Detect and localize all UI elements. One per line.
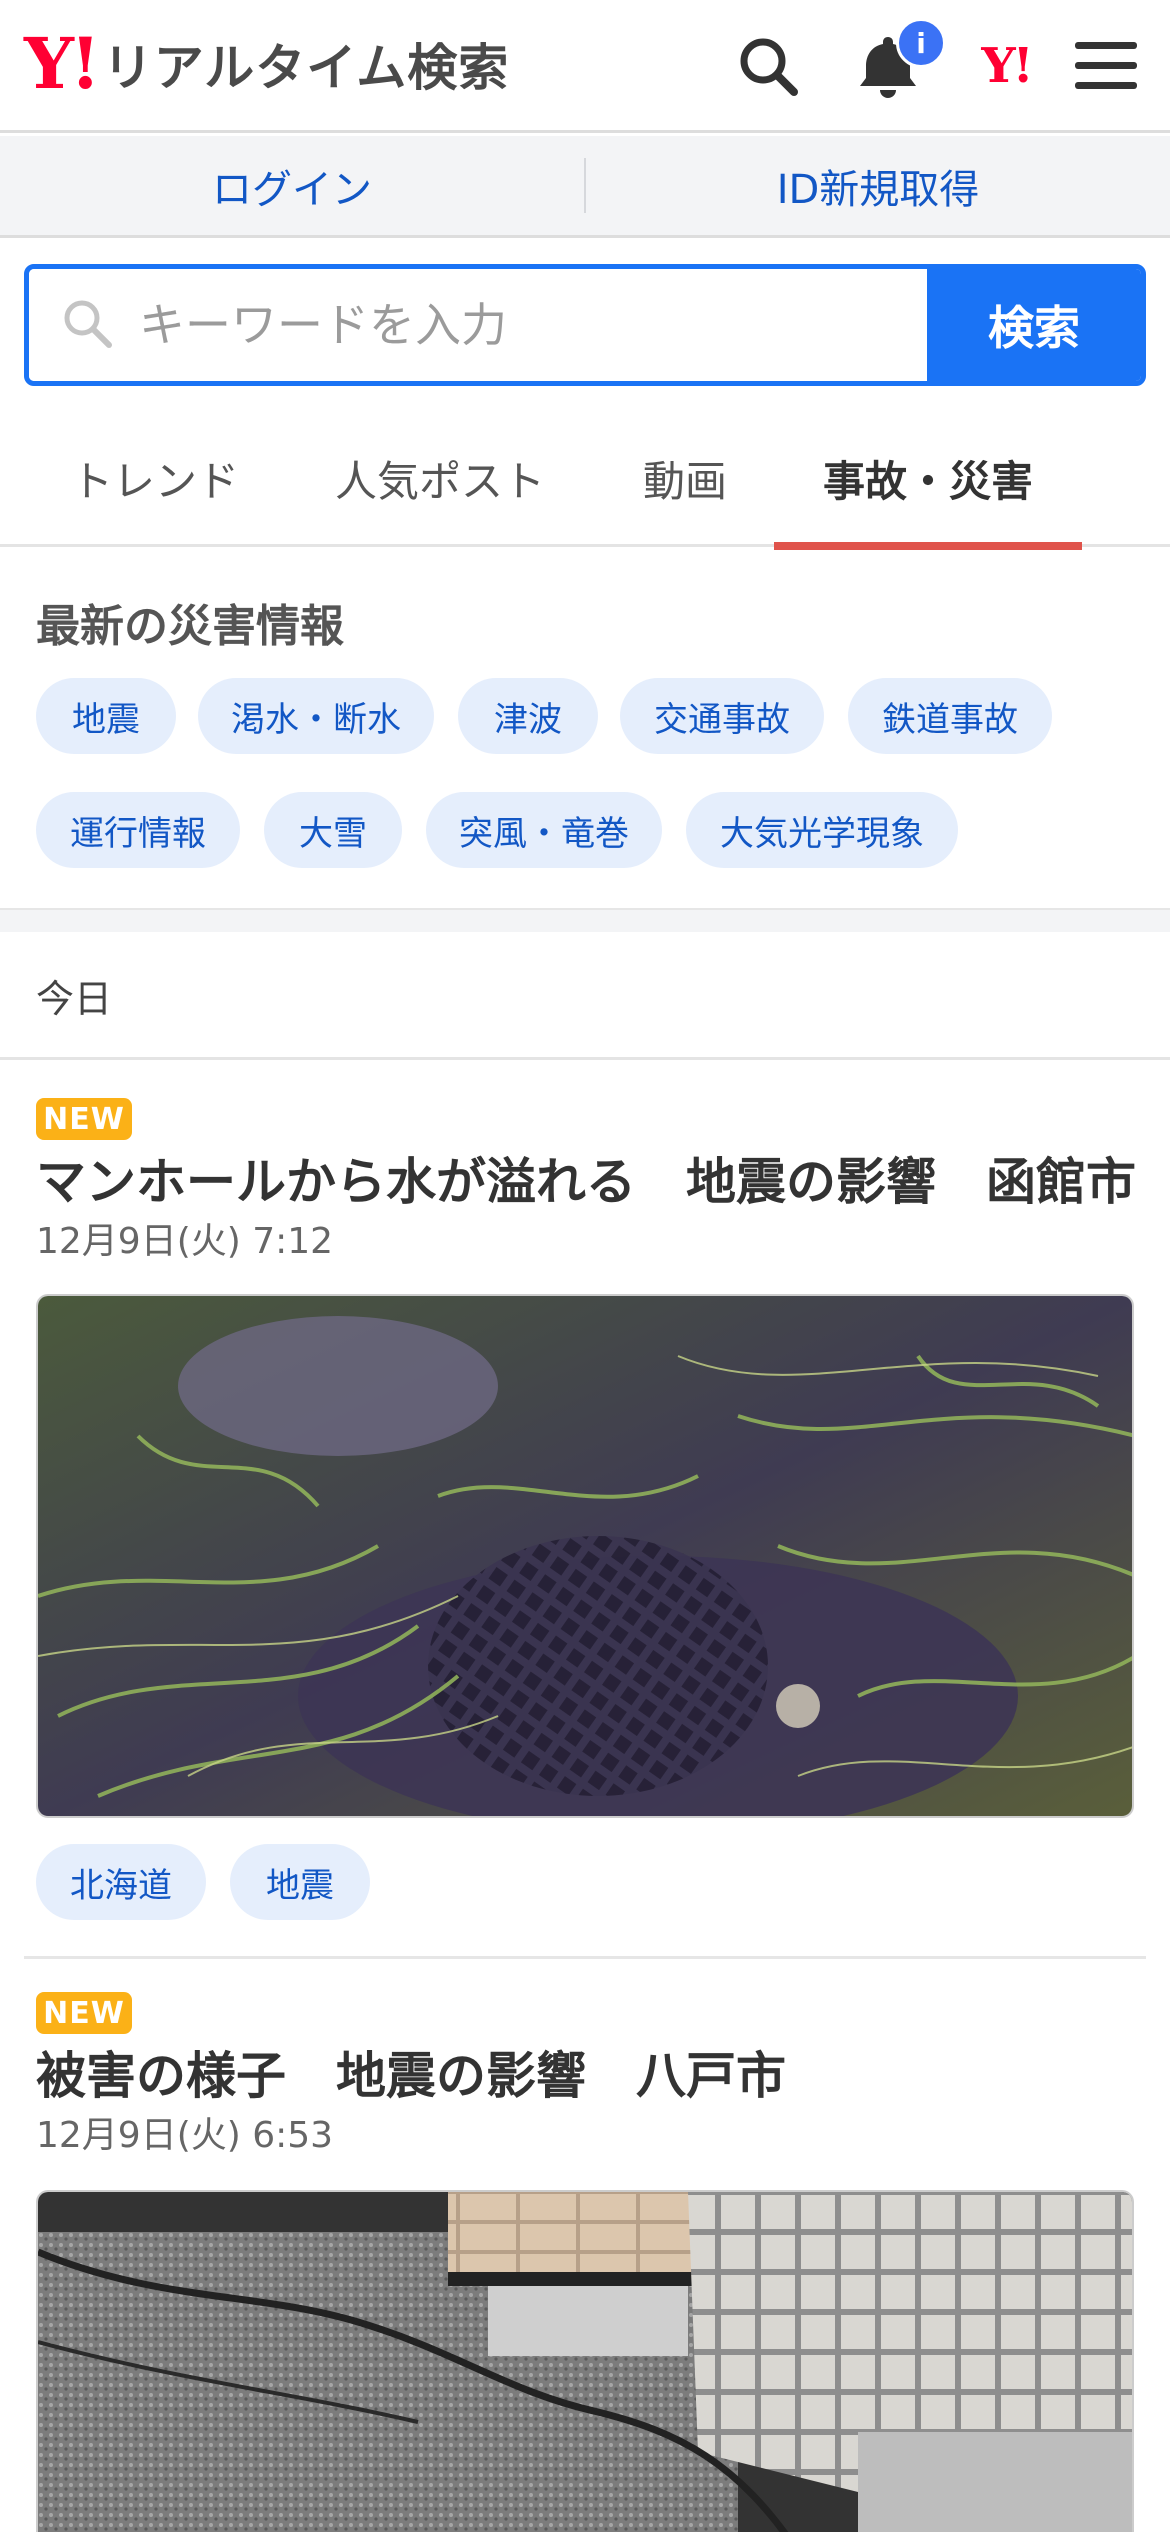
tab-trend[interactable]: トレンド xyxy=(50,410,260,547)
chip-water-outage[interactable]: 渇水・断水 xyxy=(198,678,434,754)
search-field-icon xyxy=(59,295,115,355)
tab-popular-posts[interactable]: 人気ポスト xyxy=(320,410,560,547)
article-date: 12月9日(火) 6:53 xyxy=(36,2115,334,2156)
yahoo-realtime-logo[interactable]: Y! リアルタイム検索 xyxy=(24,28,509,100)
register-link[interactable]: ID新規取得 xyxy=(586,136,1170,235)
app-header: Y! リアルタイム検索 i Y! xyxy=(0,0,1170,133)
search-input[interactable] xyxy=(139,298,859,352)
search-button[interactable]: 検索 xyxy=(927,269,1141,381)
category-tabs: トレンド 人気ポスト 動画 事故・災害 xyxy=(0,410,1170,550)
disaster-info-section: 最新の災害情報 地震 渇水・断水 津波 交通事故 鉄道事故 運行情報 大雪 突風… xyxy=(0,550,1170,908)
date-group-label: 今日 xyxy=(36,977,113,1021)
date-group-header: 今日 xyxy=(0,932,1170,1060)
search-box: 検索 xyxy=(24,264,1146,386)
section-title: 最新の災害情報 xyxy=(36,601,344,652)
tab-video[interactable]: 動画 xyxy=(620,410,750,547)
new-badge: NEW xyxy=(36,1992,132,2034)
new-badge: NEW xyxy=(36,1098,132,1140)
chip-traffic-accident[interactable]: 交通事故 xyxy=(620,678,824,754)
tag-hokkaido[interactable]: 北海道 xyxy=(36,1844,206,1920)
chip-service-info[interactable]: 運行情報 xyxy=(36,792,240,868)
search-field[interactable] xyxy=(29,269,927,381)
article-image-manhole[interactable] xyxy=(36,1294,1134,1818)
chip-optical-phenomena[interactable]: 大気光学現象 xyxy=(686,792,958,868)
chip-tsunami[interactable]: 津波 xyxy=(458,678,598,754)
article-title[interactable]: マンホールから水が溢れる 地震の影響 函館市 xyxy=(36,1142,1136,1214)
article-card[interactable]: NEW 被害の様子 地震の影響 八戸市 12月9日(火) 6:53 xyxy=(0,1960,1170,2532)
chip-heavy-snow[interactable]: 大雪 xyxy=(264,792,402,868)
yahoo-logo-mark: Y! xyxy=(24,22,101,105)
article-title[interactable]: 被害の様子 地震の影響 八戸市 xyxy=(36,2036,786,2108)
tag-earthquake[interactable]: 地震 xyxy=(230,1844,370,1920)
article-date: 12月9日(火) 7:12 xyxy=(36,1221,334,1262)
article-image-cracked-ground[interactable] xyxy=(36,2190,1134,2532)
chip-gust-tornado[interactable]: 突風・竜巻 xyxy=(426,792,662,868)
logo-text: リアルタイム検索 xyxy=(102,39,510,97)
yahoo-japan-icon[interactable]: Y! xyxy=(970,30,1042,102)
login-link[interactable]: ログイン xyxy=(0,136,584,235)
hamburger-menu-icon[interactable] xyxy=(1070,30,1142,102)
article-divider xyxy=(24,1956,1146,1959)
notification-badge: i xyxy=(896,18,946,68)
search-icon[interactable] xyxy=(732,30,804,102)
tab-accident-disaster[interactable]: 事故・災害 xyxy=(774,410,1082,550)
section-gap xyxy=(0,908,1170,932)
yj-mark: Y! xyxy=(981,38,1033,94)
article-card[interactable]: NEW マンホールから水が溢れる 地震の影響 函館市 12月9日(火) 7:12 xyxy=(0,1060,1170,1960)
chip-earthquake[interactable]: 地震 xyxy=(36,678,176,754)
login-bar: ログイン ID新規取得 xyxy=(0,136,1170,238)
chip-rail-accident[interactable]: 鉄道事故 xyxy=(848,678,1052,754)
